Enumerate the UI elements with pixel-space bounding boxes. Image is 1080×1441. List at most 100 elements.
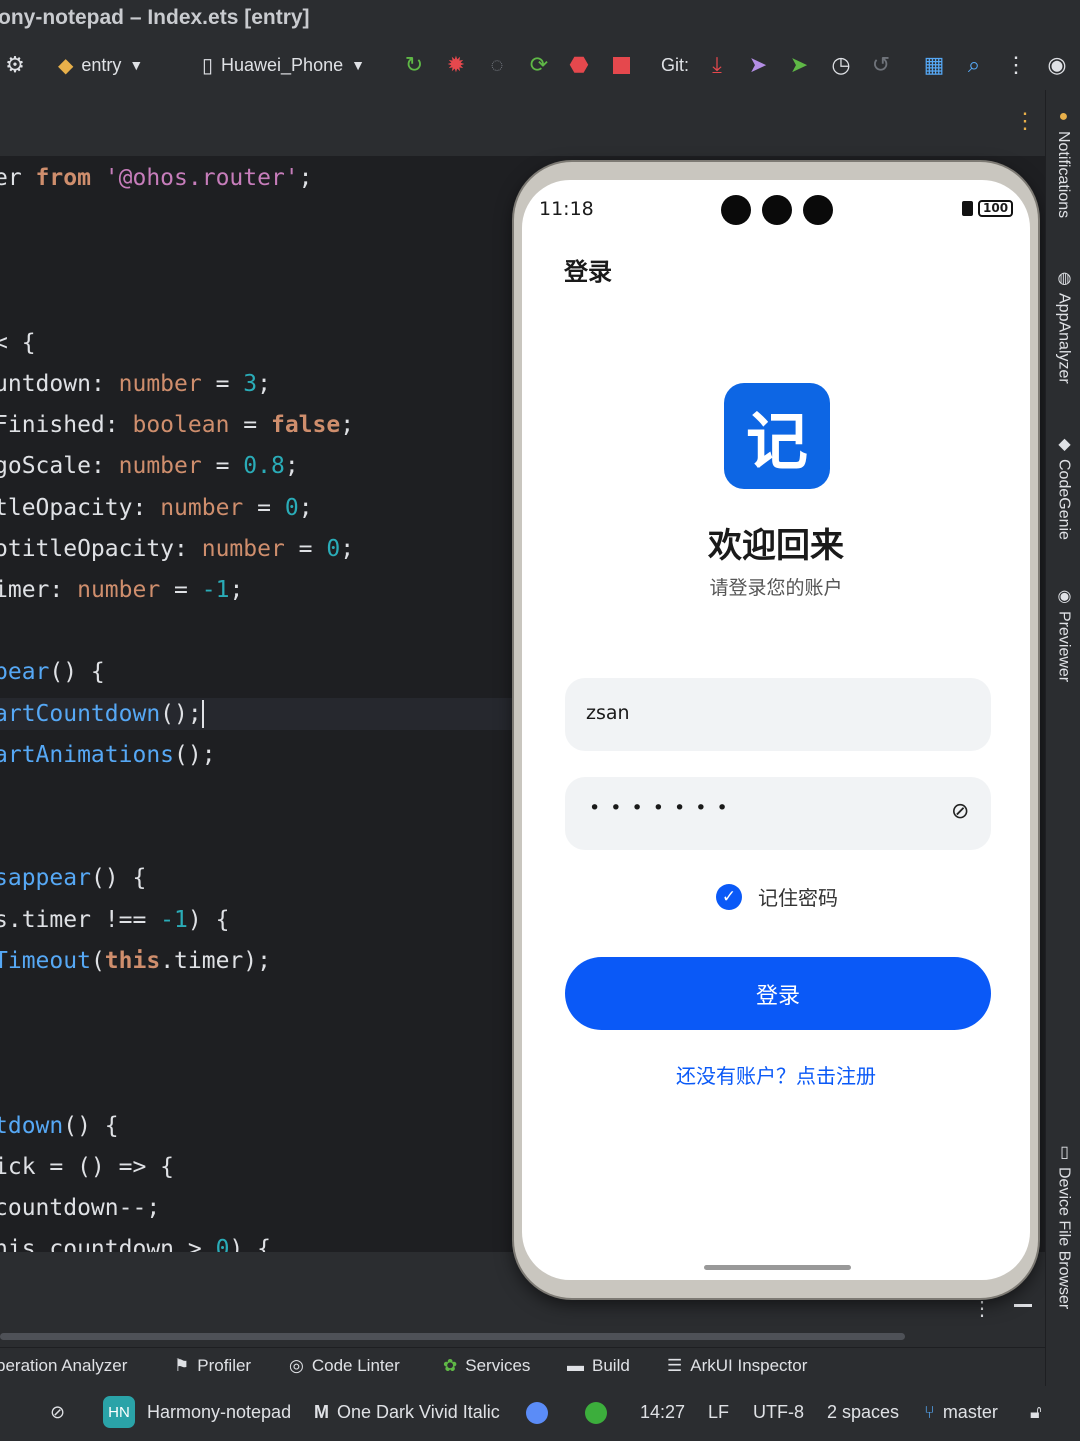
- code-token: () {: [90, 865, 147, 892]
- code-line[interactable]: [0, 1027, 514, 1059]
- code-line[interactable]: er from '@ohos.router';: [0, 162, 514, 194]
- code-line[interactable]: s.timer !== -1) {: [0, 904, 514, 936]
- more-vertical-icon[interactable]: ⋮: [1003, 52, 1029, 78]
- git-update-icon[interactable]: ⤓: [704, 52, 730, 78]
- app-analyzer-icon: ◍: [1055, 268, 1072, 287]
- status-blue-dot[interactable]: [526, 1402, 548, 1424]
- code-line[interactable]: [0, 780, 514, 812]
- code-line[interactable]: tleOpacity: number = 0;: [0, 492, 514, 524]
- code-line[interactable]: ick = () => {: [0, 1151, 514, 1183]
- codegenie-tab[interactable]: ◆ CodeGenie: [1054, 434, 1073, 540]
- panel-more-icon[interactable]: ⋮: [972, 1296, 992, 1321]
- code-token: =: [229, 412, 271, 439]
- caret-position[interactable]: 14:27: [640, 1402, 685, 1423]
- code-token: tdown: [0, 1112, 64, 1139]
- layout-grid-icon[interactable]: ▦: [921, 52, 947, 78]
- device-selector[interactable]: ▯ Huawei_Phone ▼: [202, 40, 365, 90]
- code-token: :: [90, 371, 119, 397]
- attach-debugger-icon[interactable]: ◌: [484, 52, 510, 78]
- git-commit-icon[interactable]: ➤: [745, 52, 771, 78]
- readonly-lock-icon[interactable]: 🔓︎: [1030, 1402, 1042, 1423]
- horizontal-scrollbar[interactable]: [0, 1333, 905, 1340]
- code-linter-icon: ◎: [289, 1356, 304, 1375]
- editor-options-icon[interactable]: ⋮: [1014, 108, 1036, 134]
- apply-changes-icon[interactable]: ⟳: [526, 52, 552, 78]
- code-line[interactable]: [0, 986, 514, 1018]
- code-token: tleOpacity: [0, 494, 133, 521]
- arkui-inspector-icon: ☰: [667, 1356, 683, 1375]
- line-separator[interactable]: LF: [708, 1402, 729, 1423]
- code-line[interactable]: Finished: boolean = false;: [0, 409, 514, 441]
- username-input[interactable]: zsan: [565, 678, 991, 751]
- git-push-icon[interactable]: ➤: [786, 52, 812, 78]
- stop-icon[interactable]: [608, 52, 634, 78]
- code-token: s.timer !==: [0, 906, 161, 933]
- status-green-dot[interactable]: [585, 1402, 607, 1424]
- code-line[interactable]: [0, 615, 514, 647]
- device-file-browser-tab[interactable]: ▯ Device File Browser: [1054, 1142, 1073, 1309]
- tool-window-bar: peration Analyzer ⚑ Profiler ◎ Code Linter…: [0, 1347, 1045, 1386]
- settings-gear-icon[interactable]: ⚙: [2, 52, 28, 78]
- code-token: untdown: [0, 371, 91, 397]
- notifications-tab[interactable]: ● Notifications: [1054, 108, 1072, 218]
- tool-window-arkui-inspector[interactable]: ☰ ArkUI Inspector: [667, 1356, 807, 1376]
- tool-window-build[interactable]: ▬ Build: [567, 1356, 630, 1376]
- git-rollback-icon[interactable]: ↺: [868, 52, 894, 78]
- hide-password-eye-icon[interactable]: ⊘: [951, 799, 969, 824]
- project-widget[interactable]: HN Harmony-notepad: [103, 1396, 291, 1428]
- register-link[interactable]: 还没有账户？点击注册: [522, 1060, 1030, 1089]
- git-history-icon[interactable]: ◷: [828, 52, 854, 78]
- code-line[interactable]: < {: [0, 327, 514, 359]
- tool-window-services[interactable]: ✿ Services: [443, 1356, 530, 1376]
- code-line[interactable]: goScale: number = 0.8;: [0, 450, 514, 482]
- code-line[interactable]: otitleOpacity: number = 0;: [0, 533, 514, 565]
- tool-window-operation-analyzer[interactable]: peration Analyzer: [0, 1356, 127, 1376]
- code-token: otitleOpacity: [0, 535, 175, 562]
- password-input[interactable]: • • • • • • • ⊘: [565, 777, 991, 850]
- module-selector[interactable]: ◆ entry ▼: [58, 40, 143, 90]
- code-line[interactable]: his.countdown > 0) {: [0, 1233, 514, 1252]
- chevron-down-icon: ▼: [351, 57, 365, 73]
- code-line[interactable]: pear() {: [0, 656, 514, 688]
- remember-checkbox-check-icon[interactable]: ✓: [716, 883, 742, 910]
- debug-bug-icon[interactable]: ✹: [443, 52, 469, 78]
- code-line[interactable]: tdown() {: [0, 1110, 514, 1142]
- search-icon[interactable]: ⌕: [961, 52, 987, 78]
- code-token: =: [201, 371, 244, 397]
- code-line[interactable]: artAnimations();: [0, 739, 514, 771]
- eye-icon: ◉: [1055, 586, 1072, 605]
- indent-setting[interactable]: 2 spaces: [827, 1402, 899, 1423]
- code-line[interactable]: [0, 1068, 514, 1100]
- code-line[interactable]: imer: number = -1;: [0, 574, 514, 606]
- password-value: • • • • • • •: [589, 797, 730, 819]
- code-line[interactable]: [0, 244, 514, 276]
- previewer-tab[interactable]: ◉ Previewer: [1054, 586, 1073, 682]
- appanalyzer-tab[interactable]: ◍ AppAnalyzer: [1054, 268, 1073, 384]
- tool-window-profiler[interactable]: ⚑ Profiler: [174, 1356, 251, 1376]
- no-events-icon[interactable]: ⊘: [50, 1402, 65, 1423]
- code-line[interactable]: sappear() {: [0, 862, 514, 894]
- code-token: :: [104, 412, 133, 439]
- code-line[interactable]: untdown: number = 3;: [0, 368, 514, 400]
- theme-widget[interactable]: M One Dark Vivid Italic: [314, 1402, 500, 1423]
- panel-minimize-icon[interactable]: [1014, 1304, 1032, 1307]
- login-button[interactable]: 登录: [565, 957, 991, 1030]
- code-line[interactable]: [0, 286, 514, 318]
- battery-level: 100: [978, 200, 1014, 217]
- tool-window-code-linter[interactable]: ◎ Code Linter: [289, 1356, 400, 1376]
- code-line[interactable]: [0, 203, 514, 235]
- file-encoding[interactable]: UTF-8: [753, 1402, 804, 1423]
- code-line[interactable]: artCountdown();: [0, 697, 514, 730]
- account-icon[interactable]: ◉: [1044, 52, 1070, 78]
- restart-icon[interactable]: ↻: [401, 52, 427, 78]
- code-line[interactable]: countdown--;: [0, 1192, 514, 1224]
- code-line[interactable]: [0, 821, 514, 853]
- code-line[interactable]: Timeout(this.timer);: [0, 945, 514, 977]
- home-indicator[interactable]: [704, 1265, 851, 1270]
- code-token: < {: [0, 329, 36, 356]
- git-branch-widget[interactable]: ⑂ master: [924, 1402, 998, 1423]
- remember-password-row[interactable]: ✓ 记住密码: [716, 882, 838, 911]
- code-token: =: [243, 494, 285, 521]
- profile-plug-icon[interactable]: ⬣: [566, 52, 592, 78]
